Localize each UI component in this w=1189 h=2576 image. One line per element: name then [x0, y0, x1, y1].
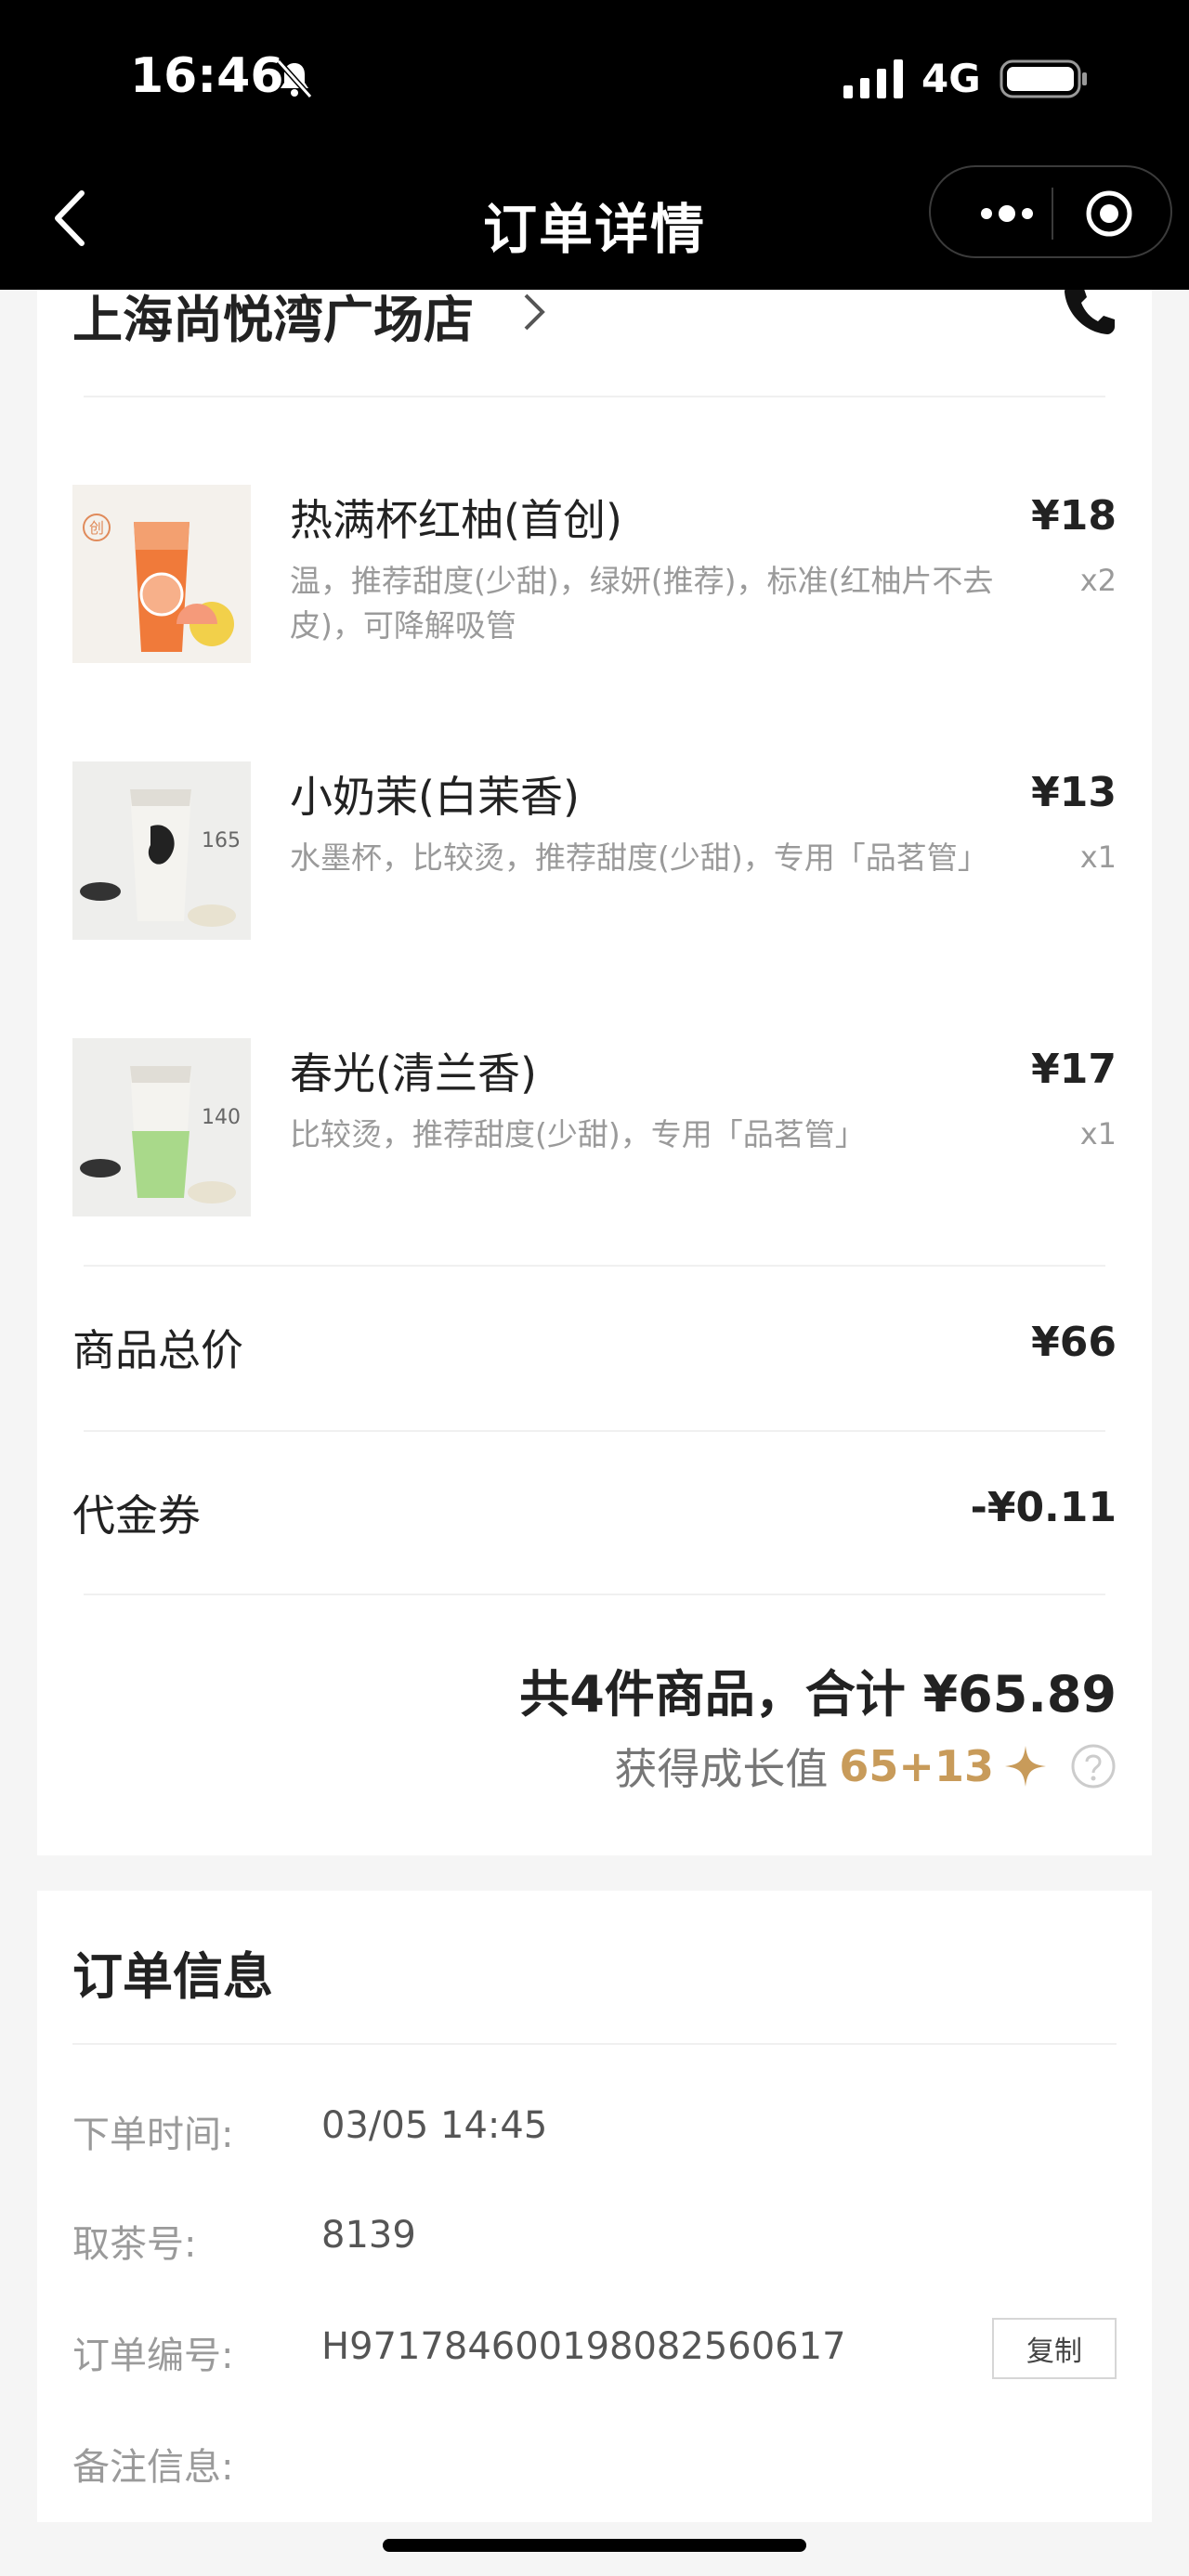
order-items-card: 上海尚悦湾广场店 创 热满杯红柚(首创) 温，推荐甜度(少甜)，绿妍(推荐)，标… — [37, 279, 1152, 1855]
cup-label: 165 — [202, 829, 241, 852]
item-qty: x1 — [1079, 1116, 1117, 1151]
subtotal-label: 商品总价 — [72, 1325, 243, 1375]
copy-button[interactable]: 复制 — [992, 2318, 1117, 2379]
order-info-card: 订单信息 下单时间: 03/05 14:45 取茶号: 8139 订单编号: H… — [37, 1891, 1152, 2522]
more-icon[interactable] — [966, 193, 1059, 234]
top-bar: 16:46 4G 订单详情 — [0, 0, 1189, 290]
order-time-value: 03/05 14:45 — [321, 2104, 548, 2147]
capsule-divider — [1052, 188, 1053, 240]
network-type: 4G — [921, 56, 981, 101]
order-number-value: H971784600198082560617 — [321, 2325, 846, 2368]
cup-label: 140 — [202, 1106, 241, 1129]
product-image: 创 — [72, 485, 251, 663]
item-qty: x2 — [1079, 563, 1117, 598]
item-desc: 比较烫，推荐甜度(少甜)，专用「品茗管」 — [290, 1116, 866, 1152]
muted-bell-icon — [276, 59, 313, 99]
growth-row: 获得成长值 65+13 — [614, 1738, 1117, 1794]
item-name: 春光(清兰香) — [290, 1048, 537, 1099]
pickup-number-label: 取茶号: — [72, 2223, 197, 2266]
order-info-title: 订单信息 — [72, 1947, 273, 2006]
mini-program-capsule — [929, 165, 1172, 258]
product-image: 165 — [72, 761, 251, 940]
voucher-label: 代金券 — [72, 1490, 201, 1541]
item-desc: 水墨杯，比较烫，推荐甜度(少甜)，专用「品茗管」 — [290, 839, 988, 876]
order-item: 创 热满杯红柚(首创) 温，推荐甜度(少甜)，绿妍(推荐)，标准(红柚片不去皮)… — [72, 485, 1117, 670]
order-time-label: 下单时间: — [72, 2114, 234, 2156]
item-price: ¥18 — [1031, 492, 1117, 540]
store-row[interactable]: 上海尚悦湾广场店 — [72, 279, 1117, 399]
divider — [84, 1594, 1105, 1595]
order-item: 140 春光(清兰香) 比较烫，推荐甜度(少甜)，专用「品茗管」 ¥17 x1 — [72, 1038, 1117, 1224]
divider — [84, 1265, 1105, 1267]
remark-label: 备注信息: — [72, 2446, 234, 2489]
item-desc: 温，推荐甜度(少甜)，绿妍(推荐)，标准(红柚片不去皮)，可降解吸管 — [290, 563, 994, 644]
divider — [84, 1430, 1105, 1432]
status-time: 16:46 — [130, 48, 284, 104]
order-item: 165 小奶茉(白茉香) 水墨杯，比较烫，推荐甜度(少甜)，专用「品茗管」 ¥1… — [72, 761, 1117, 947]
item-name: 热满杯红柚(首创) — [290, 495, 622, 545]
growth-value: 65+13 — [839, 1741, 994, 1791]
signal-icon — [843, 59, 903, 98]
divider — [84, 396, 1105, 397]
item-name: 小奶茉(白茉香) — [290, 772, 580, 822]
sparkle-icon — [1005, 1746, 1046, 1787]
item-price: ¥17 — [1031, 1046, 1117, 1093]
product-badge-text: 创 — [89, 519, 104, 537]
item-price: ¥13 — [1031, 769, 1117, 816]
product-image: 140 — [72, 1038, 251, 1216]
item-qty: x1 — [1079, 839, 1117, 875]
battery-icon — [1000, 59, 1087, 98]
close-target-icon[interactable] — [1083, 188, 1135, 240]
help-icon[interactable] — [1070, 1743, 1117, 1789]
chevron-right-icon — [524, 293, 545, 331]
order-total: 共4件商品，合计 ¥65.89 — [519, 1665, 1117, 1724]
order-number-label: 订单编号: — [72, 2335, 234, 2377]
subtotal-value: ¥66 — [1031, 1319, 1117, 1366]
home-indicator — [383, 2539, 806, 2552]
phone-icon[interactable] — [1063, 282, 1117, 336]
growth-label: 获得成长值 — [614, 1744, 829, 1794]
pickup-number-value: 8139 — [321, 2214, 416, 2257]
voucher-value: -¥0.11 — [970, 1484, 1117, 1531]
divider — [72, 2043, 1117, 2045]
